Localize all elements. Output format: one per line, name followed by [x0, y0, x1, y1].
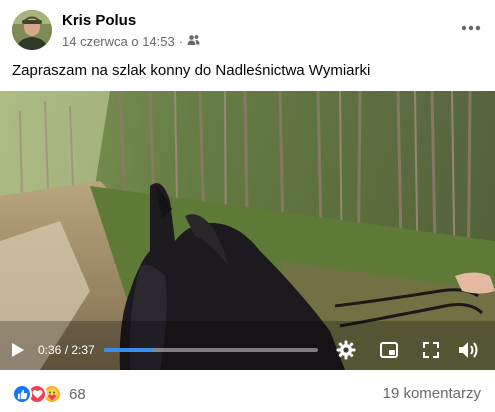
more-dots-icon — [461, 25, 481, 31]
settings-icon — [336, 340, 356, 360]
author-name[interactable]: Kris Polus — [62, 12, 136, 29]
progress-bar[interactable] — [104, 348, 318, 352]
time-display: 0:36 / 2:37 — [38, 343, 95, 357]
settings-button[interactable] — [335, 339, 357, 361]
like-reaction-icon — [12, 384, 32, 404]
progress-fill — [104, 348, 154, 352]
video-controls: 0:36 / 2:37 — [0, 330, 495, 370]
timestamp[interactable]: 14 czerwca o 14:53 — [62, 34, 175, 49]
picture-in-picture-button[interactable] — [378, 340, 400, 360]
play-button[interactable] — [8, 340, 28, 360]
post-meta: 14 czerwca o 14:53 · — [62, 34, 200, 49]
video-player[interactable]: 0:36 / 2:37 — [0, 91, 495, 370]
picture-in-picture-icon — [380, 342, 398, 358]
post-footer: 68 19 komentarzy — [0, 374, 495, 412]
post-header: Kris Polus 14 czerwca o 14:53 · — [0, 0, 495, 58]
comments-link[interactable]: 19 komentarzy — [383, 385, 481, 402]
more-options-button[interactable] — [459, 16, 483, 40]
play-icon — [12, 343, 24, 357]
fullscreen-button[interactable] — [420, 340, 442, 360]
video-frame — [0, 91, 495, 370]
reactions-summary[interactable]: 68 — [12, 384, 86, 404]
volume-button[interactable] — [457, 339, 481, 361]
friends-icon — [187, 34, 200, 49]
meta-separator: · — [178, 34, 184, 49]
avatar[interactable] — [12, 10, 52, 50]
post-text: Zapraszam na szlak konny do Nadleśnictwa… — [12, 62, 371, 79]
fullscreen-icon — [423, 342, 439, 358]
volume-icon — [459, 342, 478, 358]
reaction-count: 68 — [69, 385, 86, 403]
